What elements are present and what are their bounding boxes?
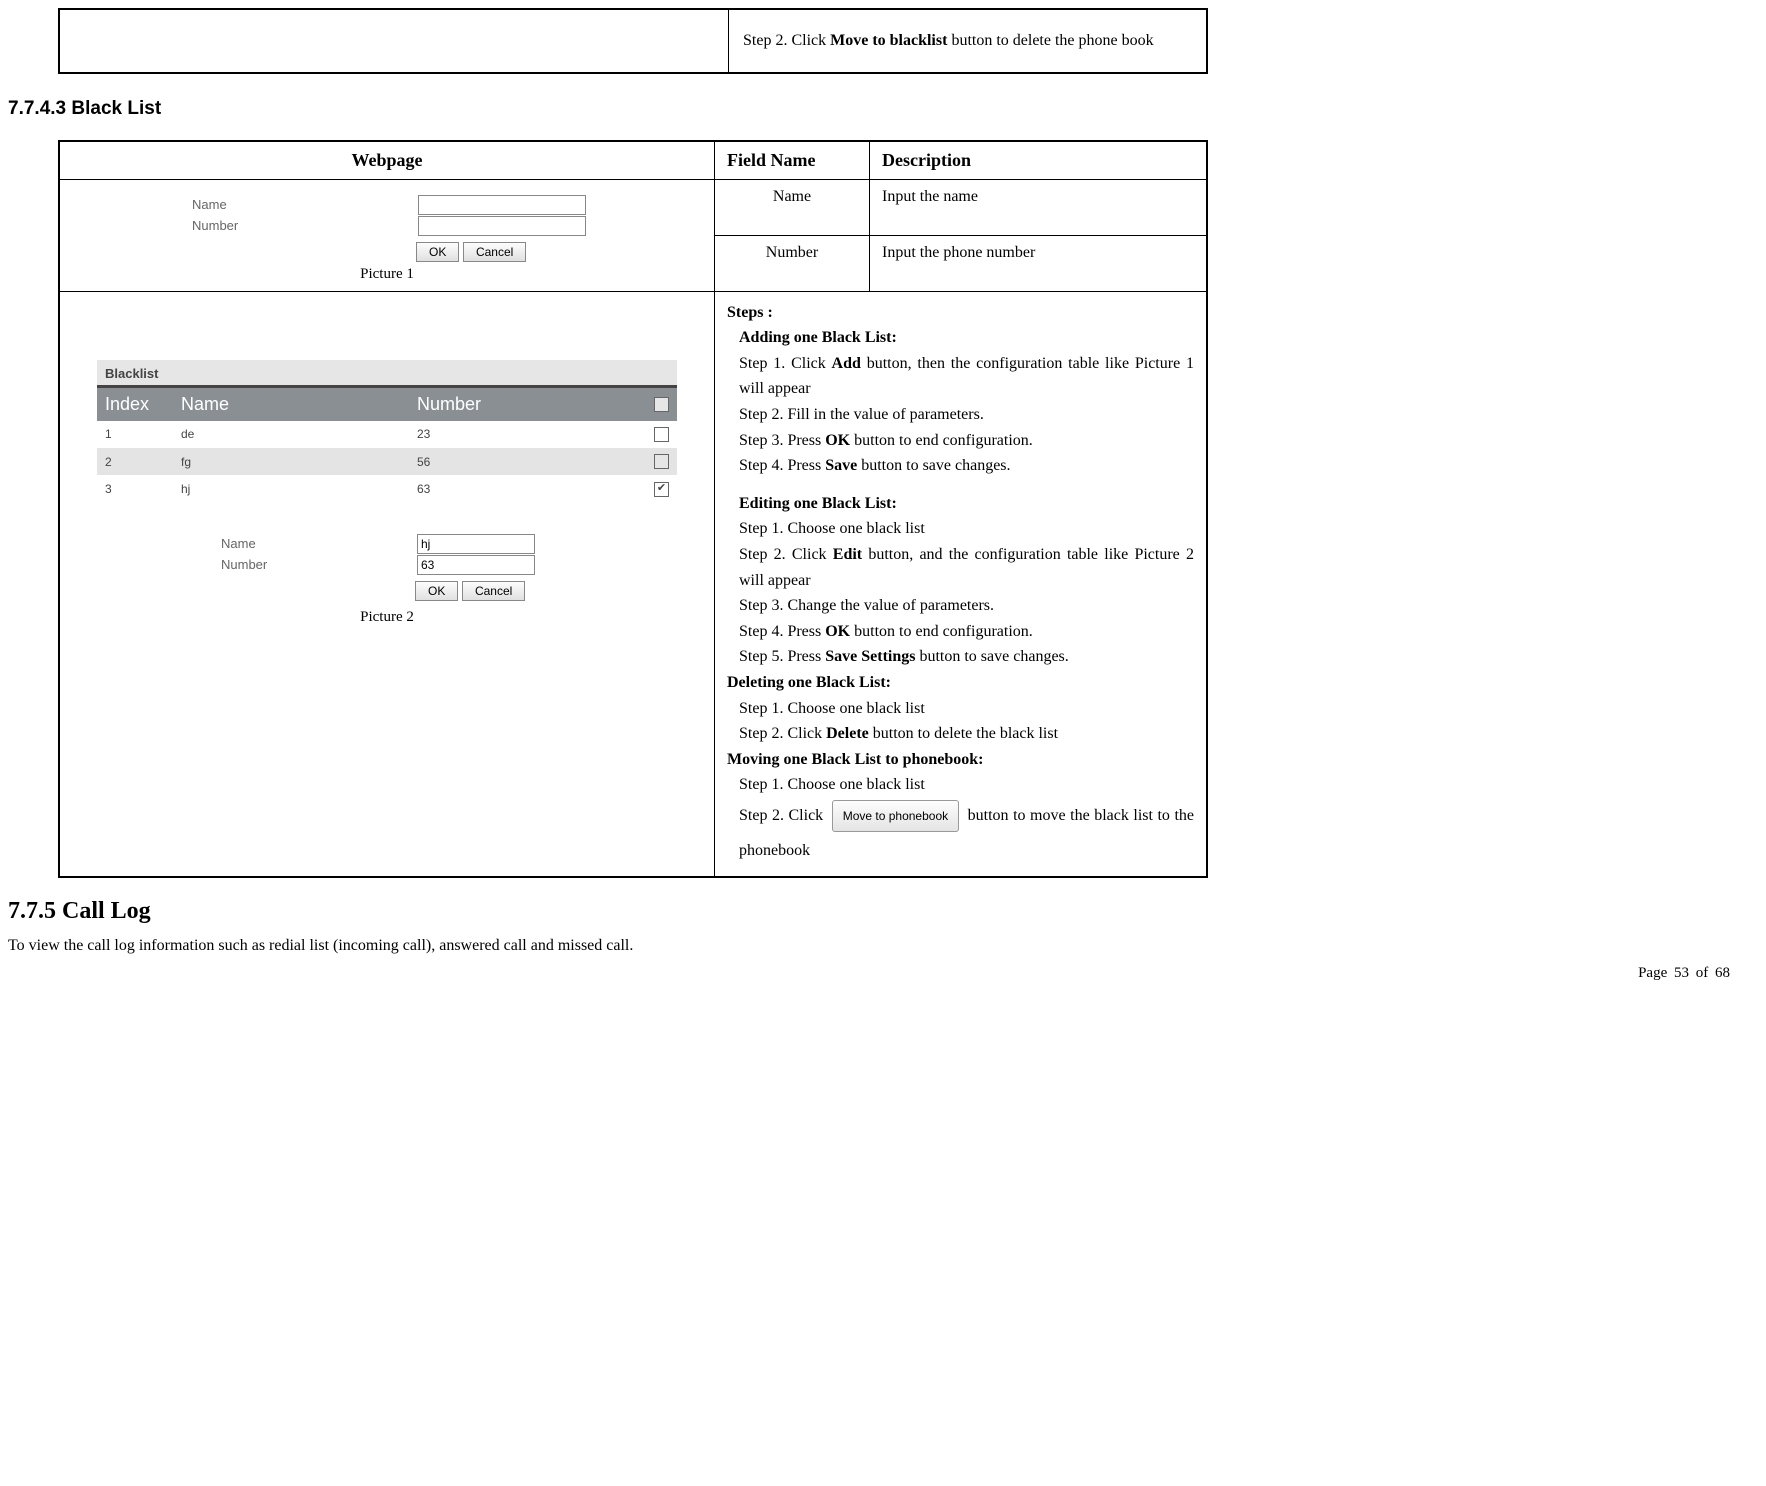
p2-name-label: Name (217, 536, 411, 551)
steps-cell: Steps : Adding one Black List: Step 1. C… (715, 291, 1208, 877)
edit-heading: Editing one Black List: (739, 495, 897, 512)
table-row: 3 hj 63 ✔ (97, 475, 677, 502)
picture1-cell: Name Number OK Cancel Picture 1 (59, 179, 715, 291)
bl-r1-name: fg (173, 448, 409, 475)
bl-th-number: Number (409, 388, 619, 421)
blacklist-panel: Blacklist Index Name Number (97, 360, 677, 601)
p1-number-label: Number (188, 218, 412, 233)
row-number-desc: Input the phone number (870, 235, 1208, 291)
top-remnant-table: Step 2. Click Move to blacklist button t… (58, 8, 1208, 74)
row-name-field: Name (715, 179, 870, 235)
bl-r2-number: 63 (409, 475, 619, 502)
bl-r2-name: hj (173, 475, 409, 502)
bl-r0-number: 23 (409, 421, 619, 448)
p1-name-input[interactable] (418, 195, 586, 215)
p1-cancel-button[interactable]: Cancel (463, 242, 526, 262)
row-number-field: Number (715, 235, 870, 291)
steps-title: Steps : (727, 304, 773, 321)
p1-name-label: Name (188, 197, 412, 212)
bl-r0-name: de (173, 421, 409, 448)
header-checkbox[interactable] (654, 397, 669, 412)
page-number: Page 53 of 68 (8, 965, 1736, 982)
row-checkbox[interactable] (654, 454, 669, 469)
bl-r1-number: 56 (409, 448, 619, 475)
bl-r1-index: 2 (97, 448, 173, 475)
add-heading: Adding one Black List: (739, 329, 897, 346)
p2-name-input[interactable] (417, 534, 535, 554)
row-checkbox[interactable]: ✔ (654, 482, 669, 497)
p2-ok-button[interactable]: OK (415, 581, 458, 601)
p2-cancel-button[interactable]: Cancel (462, 581, 525, 601)
p1-number-input[interactable] (418, 216, 586, 236)
table-row: 2 fg 56 (97, 448, 677, 475)
bl-th-index: Index (97, 388, 173, 421)
picture1-form: Name Number OK Cancel (188, 194, 586, 262)
table-row: 1 de 23 (97, 421, 677, 448)
top-step2-bold: Move to blacklist (830, 32, 947, 49)
blacklist-table: Index Name Number 1 de 23 (97, 388, 677, 503)
th-webpage: Webpage (59, 141, 715, 180)
bl-r0-index: 1 (97, 421, 173, 448)
bl-th-check (619, 388, 677, 421)
picture2-cell: Blacklist Index Name Number (59, 291, 715, 877)
del-heading: Deleting one Black List: (727, 674, 891, 691)
bl-r2-index: 3 (97, 475, 173, 502)
move-heading: Moving one Black List to phonebook: (727, 751, 983, 768)
top-step2-suffix: button to delete the phone book (947, 32, 1153, 49)
th-fieldname: Field Name (715, 141, 870, 180)
top-step2-cell: Step 2. Click Move to blacklist button t… (729, 9, 1208, 73)
bl-th-name: Name (173, 388, 409, 421)
picture2-caption: Picture 2 (72, 609, 702, 626)
calllog-text: To view the call log information such as… (8, 937, 1736, 955)
blacklist-main-table: Webpage Field Name Description Name Numb… (58, 140, 1208, 879)
p1-ok-button[interactable]: OK (416, 242, 459, 262)
row-name-desc: Input the name (870, 179, 1208, 235)
blacklist-title: Blacklist (97, 360, 677, 388)
heading-calllog: 7.7.5 Call Log (8, 898, 1736, 925)
th-description: Description (870, 141, 1208, 180)
p2-number-input[interactable] (417, 555, 535, 575)
move-to-phonebook-button[interactable]: Move to phonebook (832, 800, 959, 832)
top-empty-cell (59, 9, 729, 73)
p2-number-label: Number (217, 557, 411, 572)
top-step2-prefix: Step 2. Click (743, 32, 830, 49)
picture1-caption: Picture 1 (72, 266, 702, 283)
p2-edit-form: Name Number OK Cancel (217, 533, 535, 601)
row-checkbox[interactable] (654, 427, 669, 442)
heading-blacklist: 7.7.4.3 Black List (8, 98, 1736, 120)
